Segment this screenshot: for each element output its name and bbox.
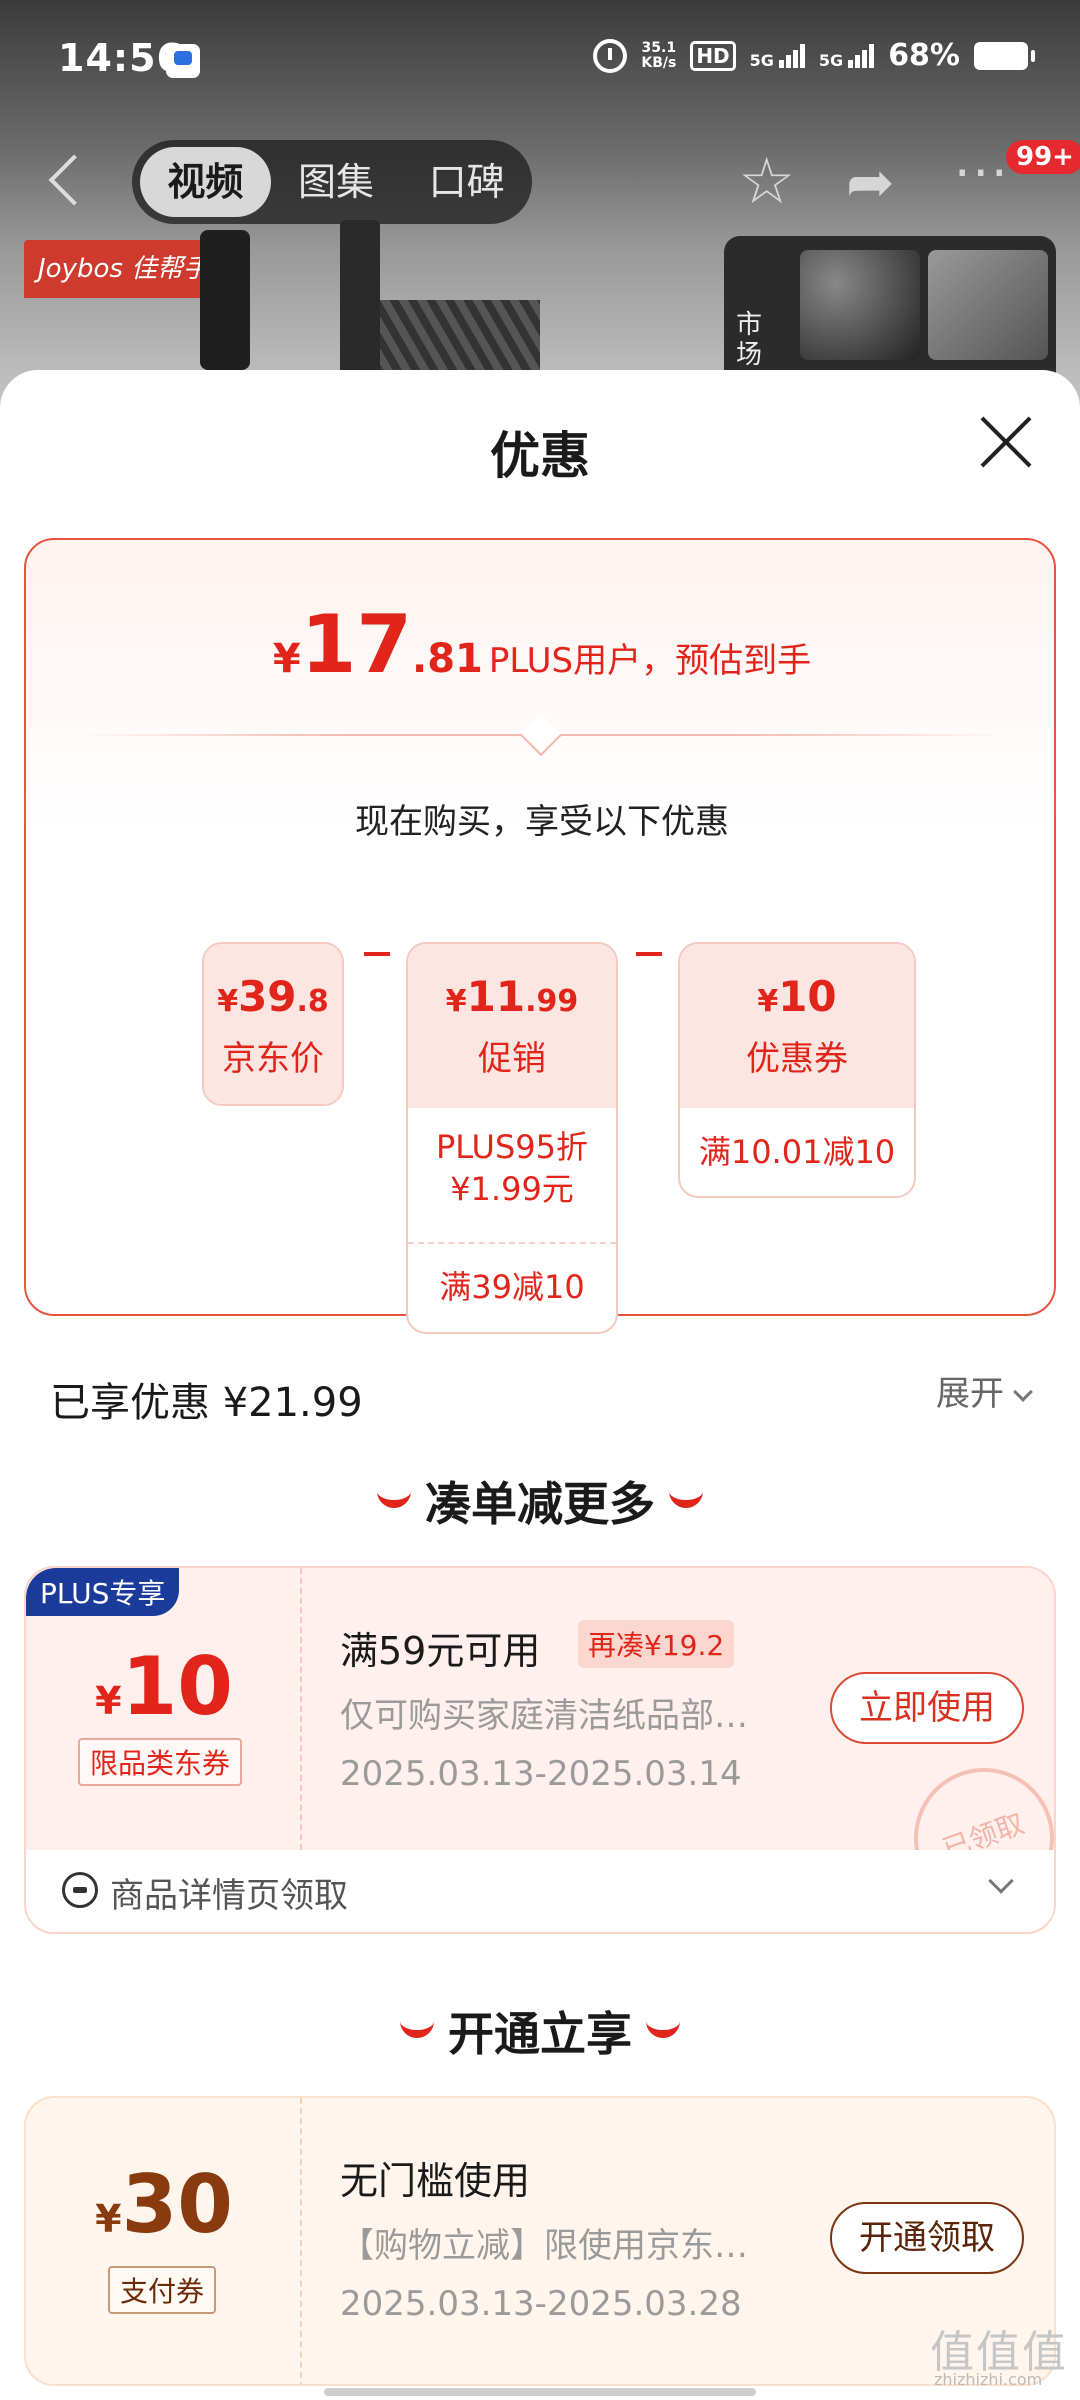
thumbnail-image[interactable] [928,250,1048,360]
coupon-amount-value: 30 [121,2158,233,2251]
top-navigation: 视频 图集 口碑 ☆ ➦ ··· 99+ [0,140,1080,230]
home-indicator[interactable] [324,2388,756,2396]
coupon-amount-currency: ¥ [95,2197,122,2241]
coupon-date-range: 2025.03.13-2025.03.28 [340,2284,742,2324]
plus-exclusive-tag: PLUS专享 [26,1568,180,1616]
coupon-type-tag: 限品类东券 [78,1738,243,1786]
coupon-box: ¥10 优惠券 满10.01减10 [678,942,916,1198]
price-integer: 17 [300,598,413,691]
coupon-amount: ¥30 [26,2158,302,2251]
close-icon[interactable] [978,414,1034,470]
chevron-down-icon [1013,1382,1033,1402]
promo-box: ¥11.99 促销 PLUS95折¥1.99元 满39减10 [406,942,618,1334]
smile-decoration-icon [377,1490,411,1508]
coupon-condition: 无门槛使用 [340,2159,531,2203]
activate-claim-button[interactable]: 开通领取 [830,2202,1024,2274]
ticket-icon [62,1872,98,1908]
use-now-button[interactable]: 立即使用 [830,1672,1024,1744]
network-speed: 35.1 KB/s [641,39,677,71]
jd-price-label: 京东价 [222,1039,324,1079]
sim2-network-type: 5G [818,50,844,70]
alarm-icon [593,38,628,73]
coupon-description: 仅可购买家庭清洁纸品部… [340,1696,748,1736]
price-currency: ¥ [272,636,301,682]
network-speed-unit: KB/s [641,54,677,71]
estimated-price: ¥17.81 PLUS用户，预估到手 [26,598,1058,691]
sheet-title: 优惠 [490,427,590,485]
status-bar: 14:56 35.1 KB/s HD 5G 5G 68% [0,0,1080,120]
coupon-amount: ¥10 [26,1640,302,1733]
thumbnail-label: 市场 [736,310,763,370]
section-title-membership: 开通立享 [0,1998,1080,2064]
favorite-star-icon[interactable]: ☆ [738,150,795,214]
promo-detail-row: PLUS95折¥1.99元 [436,1128,588,1208]
product-image-part [200,230,250,370]
section-title-add-on: 凑单减更多 [0,1468,1080,1534]
app-notification-icon [166,44,200,78]
price-description: PLUS用户，预估到手 [488,641,812,681]
promo-detail-row: 满39减10 [408,1242,616,1332]
breakdown-subtitle: 现在购买，享受以下优惠 [355,802,729,842]
signal-icon-sim1: 5G [749,43,805,70]
tab-video[interactable]: 视频 [140,147,271,217]
promo-currency: ¥ [445,984,467,1019]
back-arrow-icon[interactable] [48,154,100,206]
hd-icon: HD [690,40,736,71]
coupon-source-text: 商品详情页领取 [110,1876,348,1916]
share-icon[interactable]: ➦ [846,150,895,214]
smile-decoration-icon [646,2020,680,2038]
message-count-badge: 99+ [1006,140,1080,174]
coupon-source-row[interactable]: 商品详情页领取 [26,1850,1054,1932]
coupon-amount-currency: ¥ [95,1679,122,1723]
coupon-integer: 10 [778,972,837,1021]
coupon-extra-tag: 再凑¥19.2 [578,1620,735,1668]
coupon-amount-value: 10 [121,1640,233,1733]
smile-decoration-icon [669,1490,703,1508]
expand-button[interactable]: 展开 [936,1366,1033,1415]
tab-gallery[interactable]: 图集 [271,147,402,217]
coupon-description: 【购物立减】限使用京东… [340,2226,748,2266]
price-decimal: .81 [412,636,483,682]
coupon-detail-row: 满10.01减10 [698,1133,896,1171]
coupon-card-membership: ¥30 支付券 无门槛使用 【购物立减】限使用京东… 2025.03.13-20… [24,2096,1056,2386]
promo-label: 促销 [478,1039,546,1079]
promo-integer: 11 [466,972,526,1021]
coupon-condition: 满59元可用 [340,1629,541,1673]
coupon-card-plus: PLUS专享 ¥10 限品类东券 满59元可用 再凑¥19.2 仅可购买家庭清洁… [24,1566,1056,1934]
signal-icon-sim2: 5G [818,43,875,70]
tab-reviews[interactable]: 口碑 [401,147,532,217]
status-indicators: 35.1 KB/s HD 5G 5G 68% [593,38,1035,73]
coupon-currency: ¥ [757,984,779,1019]
divider-notch [519,713,563,757]
product-image-part [340,220,380,380]
thumbnail-image[interactable] [800,250,920,360]
estimated-price-card: ¥17.81 PLUS用户，预估到手 现在购买，享受以下优惠 ¥39.8 京东价 … [24,538,1058,1334]
watermark-url: zhizhizhi.com [934,2370,1043,2389]
battery-icon [974,41,1035,70]
jd-price-decimal: .8 [296,984,329,1019]
section-title-text: 凑单减更多 [425,1477,655,1531]
discount-bottom-sheet: 优惠 ¥17.81 PLUS用户，预估到手 现在购买，享受以下优惠 ¥39.8 京… [0,370,1080,2400]
coupon-type-tag: 支付券 [108,2266,217,2314]
sim1-network-type: 5G [749,50,774,70]
minus-sign [364,952,390,956]
jd-price-integer: 39 [238,972,297,1021]
more-dots-icon[interactable]: ··· [954,144,1010,204]
jd-price-currency: ¥ [217,984,239,1019]
section-title-text: 开通立享 [448,2007,632,2061]
chevron-down-icon[interactable] [988,1868,1014,1894]
shared-discount-total: 已享优惠 ¥21.99 [50,1380,363,1426]
minus-sign [636,952,662,956]
promo-decimal: .99 [525,984,579,1019]
coupon-date-range: 2025.03.13-2025.03.14 [340,1754,742,1794]
smile-decoration-icon [400,2020,434,2038]
expand-label: 展开 [936,1374,1004,1414]
media-tab-switcher: 视频 图集 口碑 [132,140,532,224]
coupon-label: 优惠券 [746,1039,848,1079]
jd-price-box: ¥39.8 京东价 [202,942,344,1106]
product-image-part [380,300,540,380]
network-speed-value: 35.1 [641,39,677,56]
battery-percent: 68% [888,38,960,73]
